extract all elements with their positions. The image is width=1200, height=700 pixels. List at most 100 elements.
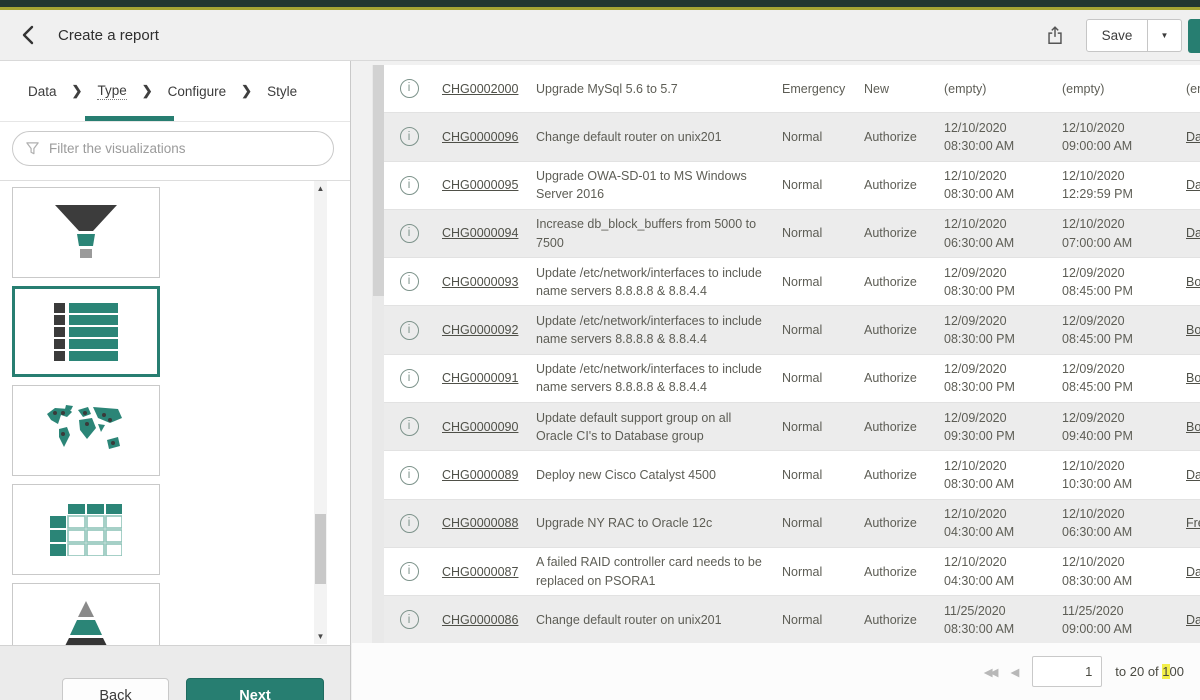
info-icon[interactable]: i xyxy=(400,610,419,629)
planned-start-cell: 12/10/2020 06:30:00 AM xyxy=(936,210,1054,256)
visualization-filter xyxy=(12,131,334,166)
planned-start-cell: (empty) xyxy=(936,75,1054,103)
browser-top-strip xyxy=(0,0,1200,7)
assigned-to-link[interactable]: Dav xyxy=(1186,226,1200,240)
clipped-primary-button[interactable] xyxy=(1188,19,1200,53)
page-title: Create a report xyxy=(58,27,159,44)
tab-style[interactable]: Style xyxy=(267,84,297,99)
tab-data[interactable]: Data xyxy=(28,84,57,99)
info-icon[interactable]: i xyxy=(400,321,419,340)
viz-thumbnail-funnel[interactable] xyxy=(12,187,160,278)
change-number-link[interactable]: CHG0000088 xyxy=(442,516,518,530)
tab-type[interactable]: Type xyxy=(97,83,126,100)
tab-configure[interactable]: Configure xyxy=(168,84,227,99)
assigned-to-cell: Dav xyxy=(1178,171,1200,199)
change-number-cell: CHG0000086 xyxy=(434,606,528,634)
assigned-to-link[interactable]: Dav xyxy=(1186,613,1200,627)
table-row: i CHG0000091 Update /etc/network/interfa… xyxy=(384,355,1200,403)
short-description-cell: Change default router on unix201 xyxy=(528,606,774,634)
assigned-to-cell: Dav xyxy=(1178,461,1200,489)
change-number-link[interactable]: CHG0000093 xyxy=(442,275,518,289)
change-number-link[interactable]: CHG0000087 xyxy=(442,565,518,579)
change-number-cell: CHG0000091 xyxy=(434,364,528,392)
pagination-range: to 20 of 100 xyxy=(1115,664,1184,679)
priority-cell: Normal xyxy=(774,413,856,441)
scrollbar-thumb[interactable] xyxy=(373,65,384,296)
assigned-to-link[interactable]: Dav xyxy=(1186,565,1200,579)
assigned-to-link[interactable]: Fre xyxy=(1186,516,1200,530)
change-number-link[interactable]: CHG0002000 xyxy=(442,82,518,96)
viz-thumbnail-list[interactable] xyxy=(12,286,160,377)
active-tab-underline xyxy=(85,116,174,121)
next-button[interactable]: Next xyxy=(186,678,324,700)
chevron-right-icon: ❯ xyxy=(241,83,252,99)
scroll-down-icon[interactable]: ▼ xyxy=(314,632,327,641)
assigned-to-link[interactable]: Bow xyxy=(1186,275,1200,289)
planned-start-cell: 12/10/2020 08:30:00 AM xyxy=(936,114,1054,160)
visualization-scrollbar[interactable]: ▲ ▼ xyxy=(314,181,327,644)
save-caret-button[interactable]: ▼ xyxy=(1148,19,1182,52)
info-icon[interactable]: i xyxy=(400,369,419,388)
first-page-icon[interactable]: ◀◀ xyxy=(984,665,996,679)
priority-cell: Normal xyxy=(774,123,856,151)
row-info-cell: i xyxy=(384,605,434,634)
info-icon[interactable]: i xyxy=(400,224,419,243)
change-number-link[interactable]: CHG0000090 xyxy=(442,420,518,434)
funnel-chart-icon xyxy=(51,205,121,261)
info-icon[interactable]: i xyxy=(400,272,419,291)
list-icon xyxy=(54,303,118,361)
scroll-up-icon[interactable]: ▲ xyxy=(314,184,327,193)
save-button[interactable]: Save xyxy=(1086,19,1148,52)
info-icon[interactable]: i xyxy=(400,176,419,195)
viz-thumbnail-map[interactable] xyxy=(12,385,160,476)
assigned-to-link[interactable]: Bow xyxy=(1186,371,1200,385)
viz-thumbnail-pivot-table[interactable] xyxy=(12,484,160,575)
page-number-input[interactable] xyxy=(1032,656,1102,687)
info-icon[interactable]: i xyxy=(400,466,419,485)
table-row: i CHG0000088 Upgrade NY RAC to Oracle 12… xyxy=(384,500,1200,548)
scrollbar-thumb[interactable] xyxy=(315,514,326,583)
change-number-link[interactable]: CHG0000096 xyxy=(442,130,518,144)
row-info-cell: i xyxy=(384,122,434,151)
previous-page-icon[interactable]: ◀ xyxy=(1010,665,1019,679)
change-number-link[interactable]: CHG0000086 xyxy=(442,613,518,627)
info-icon[interactable]: i xyxy=(400,562,419,581)
share-button[interactable] xyxy=(1038,18,1072,52)
assigned-to-link[interactable]: Bow xyxy=(1186,323,1200,337)
change-number-cell: CHG0000088 xyxy=(434,509,528,537)
search-highlight: 1 xyxy=(1162,664,1169,679)
change-number-link[interactable]: CHG0000095 xyxy=(442,178,518,192)
planned-start-cell: 12/10/2020 08:30:00 AM xyxy=(936,162,1054,208)
assigned-to-link[interactable]: Dav xyxy=(1186,130,1200,144)
back-chevron-icon[interactable] xyxy=(18,23,42,47)
filter-visualizations-input[interactable] xyxy=(49,141,321,156)
info-icon[interactable]: i xyxy=(400,417,419,436)
change-number-cell: CHG0000092 xyxy=(434,316,528,344)
planned-end-cell: 12/09/2020 09:40:00 PM xyxy=(1054,404,1178,450)
info-icon[interactable]: i xyxy=(400,127,419,146)
assigned-to-cell: (em xyxy=(1178,75,1200,103)
back-button[interactable]: Back xyxy=(62,678,169,700)
assigned-to-link[interactable]: Dav xyxy=(1186,468,1200,482)
assigned-to-link[interactable]: Dav xyxy=(1186,178,1200,192)
priority-cell: Normal xyxy=(774,509,856,537)
change-number-link[interactable]: CHG0000089 xyxy=(442,468,518,482)
info-icon[interactable]: i xyxy=(400,514,419,533)
table-row: i CHG0000094 Increase db_block_buffers f… xyxy=(384,210,1200,258)
viz-thumbnail-pyramid[interactable] xyxy=(12,583,160,645)
change-number-cell: CHG0000094 xyxy=(434,219,528,247)
short-description-cell: Update /etc/network/interfaces to includ… xyxy=(528,259,774,305)
change-number-link[interactable]: CHG0000091 xyxy=(442,371,518,385)
share-icon xyxy=(1044,24,1066,46)
planned-end-cell: 12/09/2020 08:45:00 PM xyxy=(1054,259,1178,305)
row-info-cell: i xyxy=(384,461,434,490)
assigned-to-cell: Dav xyxy=(1178,219,1200,247)
planned-end-cell: 12/10/2020 09:00:00 AM xyxy=(1054,114,1178,160)
change-number-link[interactable]: CHG0000092 xyxy=(442,323,518,337)
planned-end-cell: 12/10/2020 06:30:00 AM xyxy=(1054,500,1178,546)
planned-start-cell: 12/09/2020 08:30:00 PM xyxy=(936,355,1054,401)
change-number-link[interactable]: CHG0000094 xyxy=(442,226,518,240)
priority-cell: Normal xyxy=(774,364,856,392)
assigned-to-link[interactable]: Bow xyxy=(1186,420,1200,434)
info-icon[interactable]: i xyxy=(400,79,419,98)
